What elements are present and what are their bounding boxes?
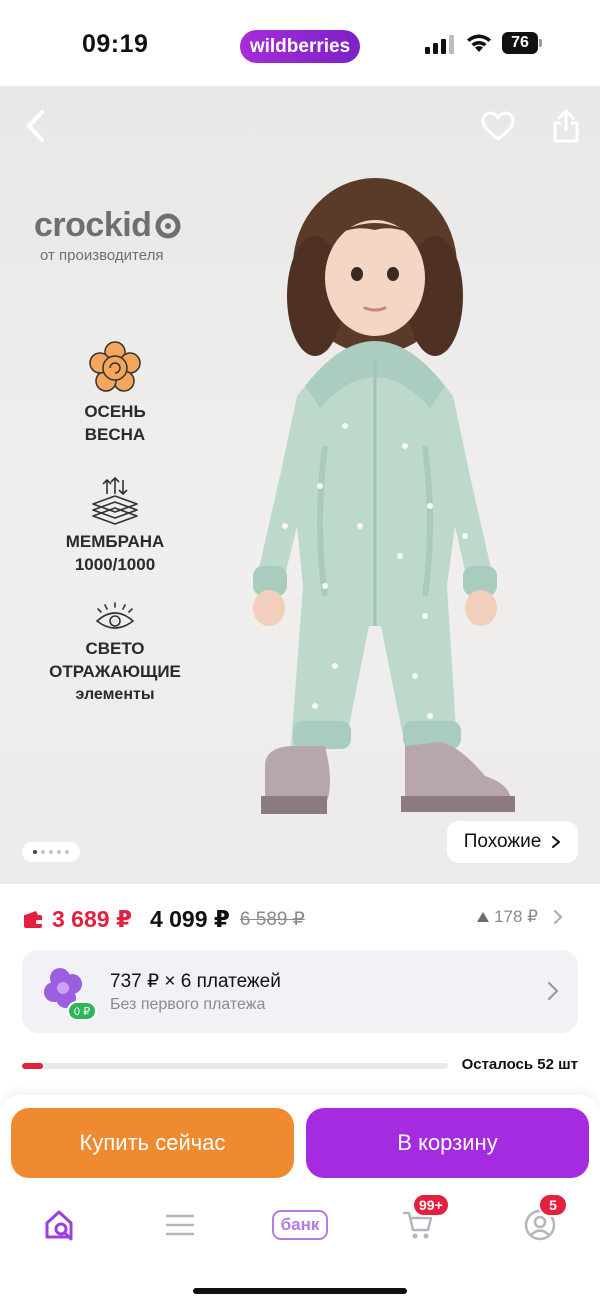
chevron-right-icon	[547, 981, 559, 1001]
installment-icon: 0 ₽	[44, 968, 97, 1020]
flower-icon	[89, 341, 141, 392]
triangle-up-icon	[477, 912, 490, 922]
chevron-right-icon	[554, 910, 563, 924]
stock-progress-fill	[22, 1063, 44, 1069]
price-row: 3 689 ₽ 4 099 ₽ 6 589 ₽ 178 ₽	[22, 904, 578, 934]
favorite-button[interactable]	[474, 102, 522, 150]
old-price: 6 589 ₽	[239, 908, 305, 930]
battery-icon: 76	[502, 32, 542, 54]
brand-name: crockid	[34, 206, 152, 244]
eye-icon	[95, 602, 135, 629]
installment-subtitle: Без первого платежа	[110, 996, 266, 1013]
wallet-price-value: 3 689 ₽	[52, 905, 132, 932]
tab-cart[interactable]: 99+	[388, 1193, 450, 1249]
back-button[interactable]	[12, 102, 60, 150]
bank-label: банк	[271, 1210, 329, 1240]
similar-label: Похожие	[463, 831, 542, 852]
cart-badge: 99+	[412, 1193, 450, 1217]
regular-price: 4 099 ₽	[149, 905, 230, 932]
tab-profile[interactable]: 5	[510, 1193, 570, 1249]
carousel-dot	[49, 850, 53, 854]
feature-reflective: СВЕТО ОТРАЖАЮЩИЕ элементы	[20, 601, 210, 706]
heart-icon	[481, 111, 515, 141]
carousel-dot	[41, 850, 45, 854]
stock-progress-bar	[22, 1063, 448, 1069]
buy-now-button[interactable]: Купить сейчас	[11, 1108, 294, 1178]
share-icon	[553, 109, 579, 143]
carousel-indicator	[22, 842, 80, 862]
carousel-dot	[65, 850, 69, 854]
feature-season-line1: ОСЕНЬ	[84, 402, 146, 421]
product-gallery[interactable]: crockid от производителя ОСЕНЬ ВЕСНА МЕМ…	[0, 86, 600, 884]
status-bar: 09:19 wildberries 76	[0, 0, 600, 86]
add-to-cart-button[interactable]: В корзину	[306, 1108, 589, 1178]
price-change[interactable]: 178 ₽	[476, 907, 566, 927]
feature-reflective-line3: элементы	[75, 686, 155, 703]
carousel-dot	[57, 850, 61, 854]
feature-membrane: МЕМБРАНА 1000/1000	[20, 476, 210, 576]
feature-reflective-line1: СВЕТО	[85, 639, 145, 658]
wallet-price[interactable]: 3 689 ₽	[22, 906, 132, 933]
brand-pill: wildberries	[240, 30, 360, 63]
brand-mark-icon	[155, 213, 181, 238]
chevron-left-icon	[27, 110, 44, 142]
feature-membrane-line1: МЕМБРАНА	[65, 532, 165, 551]
similar-button[interactable]: Похожие	[447, 821, 578, 863]
installment-title: 737 ₽ × 6 платежей	[110, 971, 281, 992]
home-indicator	[193, 1288, 407, 1294]
home-search-icon	[45, 1210, 73, 1241]
brand-subtitle: от производителя	[40, 247, 164, 264]
brand-logo: crockid	[34, 206, 181, 245]
tab-bar: банк 99+ 5	[0, 1193, 600, 1255]
feature-reflective-line2: ОТРАЖАЮЩИЕ	[49, 662, 181, 681]
bottom-action-sheet: Купить сейчас В корзину банк 99+ 5	[0, 1095, 600, 1303]
tab-catalog[interactable]	[150, 1201, 210, 1249]
price-card: 3 689 ₽ 4 099 ₽ 6 589 ₽ 178 ₽ 0 ₽ 737 ₽ …	[0, 884, 600, 1088]
feature-season: ОСЕНЬ ВЕСНА	[20, 340, 210, 446]
battery-level: 76	[502, 32, 538, 54]
cellular-signal-icon	[425, 35, 454, 54]
profile-badge: 5	[538, 1193, 568, 1217]
menu-icon	[165, 1214, 195, 1236]
tab-bank[interactable]: банк	[264, 1201, 336, 1249]
brand-block: crockid от производителя	[34, 206, 181, 264]
wifi-icon	[467, 34, 491, 52]
price-change-value: 178 ₽	[494, 907, 538, 926]
share-button[interactable]	[542, 102, 590, 150]
installment-badge: 0 ₽	[74, 1006, 90, 1018]
tab-home[interactable]	[30, 1201, 90, 1249]
membrane-icon	[92, 477, 138, 525]
installment-card[interactable]: 0 ₽ 737 ₽ × 6 платежей Без первого плате…	[22, 950, 578, 1033]
status-time: 09:19	[82, 30, 149, 58]
wallet-icon	[24, 911, 42, 928]
feature-season-line2: ВЕСНА	[84, 425, 146, 444]
carousel-dot	[33, 850, 37, 854]
chevron-right-icon	[552, 836, 561, 848]
feature-membrane-line2: 1000/1000	[74, 555, 156, 574]
product-photo	[253, 178, 515, 814]
stock-remaining: Осталось 52 шт	[461, 1056, 578, 1073]
